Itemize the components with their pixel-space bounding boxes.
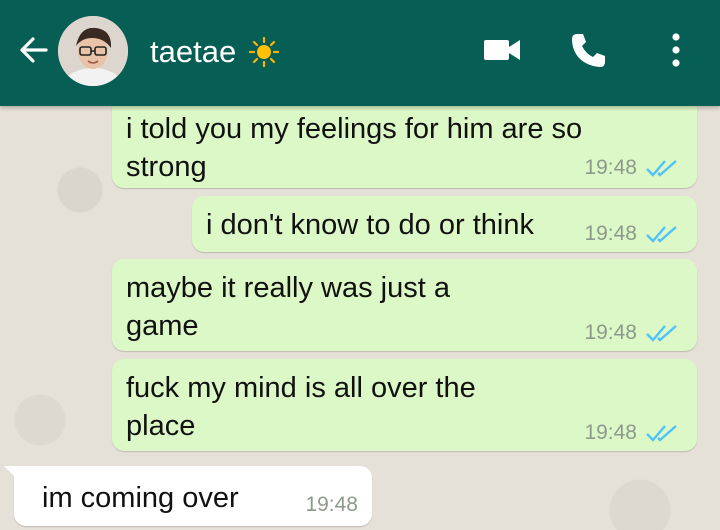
read-ticks-icon [646, 160, 677, 177]
message-bubble-outgoing[interactable]: maybe it really was just a game 19:48 [112, 259, 697, 351]
read-ticks-icon [646, 425, 677, 442]
message-meta: 19:48 [584, 156, 679, 180]
contact-avatar[interactable] [58, 16, 128, 86]
message-meta: 19:48 [584, 222, 679, 246]
read-ticks-icon [646, 226, 677, 243]
message-text: maybe it really was just a game [126, 272, 450, 342]
message-bubble-outgoing[interactable]: i don't know to do or think 19:48 [192, 196, 697, 252]
contact-name-block[interactable]: taetae [150, 33, 280, 71]
message-text: im coming over [42, 482, 239, 514]
message-time: 19:48 [584, 421, 637, 444]
bubble-tail [4, 466, 18, 480]
contact-name: taetae [150, 34, 237, 69]
message-meta: 19:48 [584, 321, 679, 345]
video-call-icon[interactable] [482, 35, 522, 65]
sun-icon [249, 36, 280, 68]
avatar-image [58, 16, 128, 86]
arrow-back-icon[interactable] [16, 32, 52, 68]
message-text: fuck my mind is all over the place [126, 372, 476, 442]
message-time: 19:48 [305, 493, 358, 516]
chat-header: taetae [0, 0, 720, 106]
read-ticks-icon [646, 325, 677, 342]
message-text: i don't know to do or think [206, 209, 534, 241]
message-time: 19:48 [584, 222, 637, 245]
phone-call-icon[interactable] [568, 30, 608, 70]
message-time: 19:48 [584, 321, 637, 344]
message-meta: 19:48 [305, 493, 358, 517]
message-meta: 19:48 [584, 421, 679, 445]
message-bubble-outgoing[interactable]: i told you my feelings for him are so st… [112, 96, 697, 188]
message-bubble-incoming[interactable]: im coming over 19:48 [4, 466, 372, 526]
message-bubble-outgoing[interactable]: fuck my mind is all over the place 19:48 [112, 359, 697, 451]
overflow-menu-icon[interactable] [662, 30, 690, 70]
message-time: 19:48 [584, 156, 637, 179]
message-text: i told you my feelings for him are so st… [126, 113, 583, 183]
